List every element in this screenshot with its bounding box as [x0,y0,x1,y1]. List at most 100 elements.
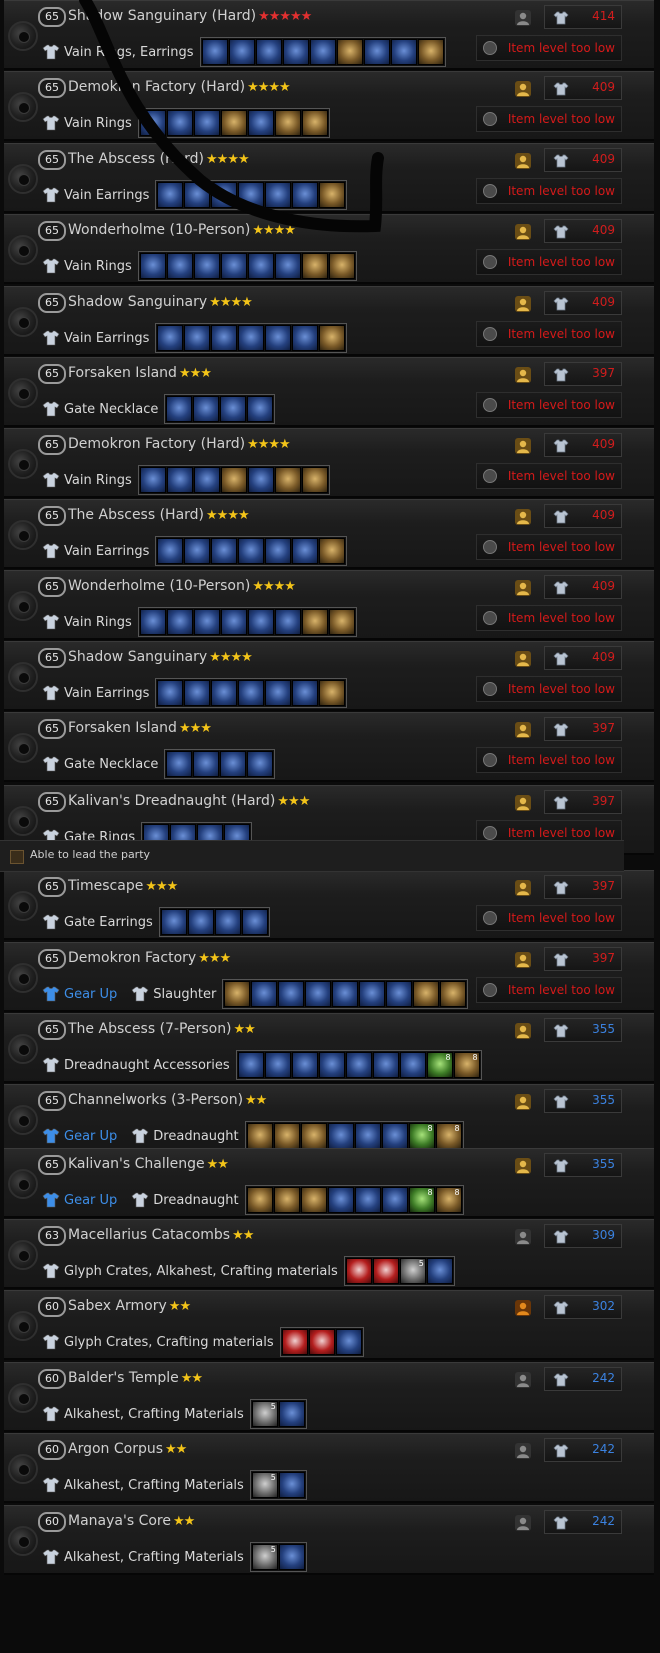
dungeon-row[interactable]: 65 Demokron Factory (Hard) ★★★★ Vain Rings 4… [4,428,654,498]
dungeon-row[interactable]: 65 The Abscess (Hard) ★★★★ Vain Earrings 409… [4,499,654,569]
reward-item-icon[interactable] [193,110,220,136]
reward-item-icon[interactable] [220,253,247,279]
dungeon-row[interactable]: 65 Forsaken Island ★★★ Gate Necklace 397 Item… [4,712,654,782]
reward-item-icon[interactable] [265,680,292,706]
reward-item-icon[interactable] [247,396,274,422]
reward-item-icon[interactable] [193,751,220,777]
reward-item-icon[interactable] [319,680,346,706]
reward-item-icon[interactable] [166,467,193,493]
select-knob-icon[interactable] [8,662,38,692]
gear-up-link[interactable]: Gear Up [64,1129,117,1144]
reward-item-icon[interactable] [292,680,319,706]
reward-item-icon[interactable] [237,1052,264,1078]
reward-item-icon[interactable] [238,538,265,564]
reward-item-icon[interactable] [305,981,332,1007]
select-knob-icon[interactable] [8,1034,38,1064]
reward-item-icon[interactable] [193,396,220,422]
reward-item-icon[interactable] [372,1258,399,1284]
reward-item-icon[interactable] [308,1329,335,1355]
reward-item-icon[interactable]: 5 [251,1401,278,1427]
reward-item-icon[interactable] [332,981,359,1007]
reward-item-icon[interactable]: 8 [426,1052,453,1078]
reward-item-icon[interactable] [273,1187,300,1213]
reward-item-icon[interactable] [328,253,355,279]
reward-item-icon[interactable] [228,39,255,65]
reward-item-icon[interactable] [335,1329,362,1355]
reward-item-icon[interactable] [265,182,292,208]
reward-item-icon[interactable] [359,981,386,1007]
reward-item-icon[interactable] [247,609,274,635]
reward-item-icon[interactable] [211,538,238,564]
reward-item-icon[interactable] [247,110,274,136]
reward-item-icon[interactable] [201,39,228,65]
reward-item-icon[interactable] [166,751,193,777]
reward-item-icon[interactable] [281,1329,308,1355]
select-knob-icon[interactable] [8,164,38,194]
reward-item-icon[interactable] [274,609,301,635]
reward-item-icon[interactable] [157,538,184,564]
reward-item-icon[interactable]: 5 [399,1258,426,1284]
reward-item-icon[interactable] [363,39,390,65]
dungeon-row[interactable]: 60 Argon Corpus ★★ Alkahest, Crafting Mater… [4,1433,654,1503]
reward-item-icon[interactable] [220,396,247,422]
reward-item-icon[interactable] [278,1544,305,1570]
reward-item-icon[interactable] [187,909,214,935]
reward-item-icon[interactable] [160,909,187,935]
dungeon-row[interactable]: 65 The Abscess (7-Person) ★★ Dreadnaught Ac… [4,1013,654,1083]
reward-item-icon[interactable] [381,1123,408,1149]
reward-item-icon[interactable] [390,39,417,65]
gear-up-link[interactable]: Gear Up [64,987,117,1002]
reward-item-icon[interactable] [193,467,220,493]
dungeon-row[interactable]: 65 Kalivan's Challenge ★★ Gear Up Dreadnaugh… [4,1148,654,1218]
dungeon-row[interactable]: 65 Timescape ★★★ Gate Earrings 397 Item level… [4,870,654,940]
reward-item-icon[interactable]: 8 [408,1123,435,1149]
reward-item-icon[interactable] [354,1187,381,1213]
reward-item-icon[interactable] [139,609,166,635]
reward-item-icon[interactable] [319,538,346,564]
dungeon-row[interactable]: 65 Channelworks (3-Person) ★★ Gear Up Dreadn… [4,1084,654,1154]
reward-item-icon[interactable] [246,1123,273,1149]
reward-item-icon[interactable] [238,325,265,351]
select-knob-icon[interactable] [8,520,38,550]
reward-item-icon[interactable] [157,325,184,351]
dungeon-row[interactable]: 60 Balder's Temple ★★ Alkahest, Crafting Ma… [4,1362,654,1432]
reward-item-icon[interactable] [345,1052,372,1078]
reward-item-icon[interactable] [220,751,247,777]
dungeon-row[interactable]: 65 Shadow Sanguinary (Hard) ★★★★★ Vain Ring… [4,0,654,70]
reward-item-icon[interactable] [251,981,278,1007]
reward-item-icon[interactable] [139,467,166,493]
reward-item-icon[interactable] [278,1472,305,1498]
select-knob-icon[interactable] [8,1383,38,1413]
reward-item-icon[interactable] [372,1052,399,1078]
reward-item-icon[interactable] [224,981,251,1007]
select-knob-icon[interactable] [8,1169,38,1199]
reward-item-icon[interactable] [157,182,184,208]
reward-item-icon[interactable] [327,1123,354,1149]
reward-item-icon[interactable] [399,1052,426,1078]
select-knob-icon[interactable] [8,963,38,993]
reward-item-icon[interactable] [220,467,247,493]
dungeon-row[interactable]: 60 Manaya's Core ★★ Alkahest, Crafting Mate… [4,1505,654,1575]
reward-item-icon[interactable] [214,909,241,935]
dungeon-row[interactable]: 65 Demokron Factory ★★★ Gear Up Slaughter 397… [4,942,654,1012]
reward-item-icon[interactable] [273,1123,300,1149]
reward-item-icon[interactable] [247,467,274,493]
reward-item-icon[interactable] [301,110,328,136]
reward-item-icon[interactable] [211,680,238,706]
reward-item-icon[interactable] [301,467,328,493]
reward-item-icon[interactable] [300,1187,327,1213]
dungeon-row[interactable]: 65 Demokron Factory (Hard) ★★★★ Vain Rings 4… [4,71,654,141]
select-knob-icon[interactable] [8,378,38,408]
reward-item-icon[interactable] [220,110,247,136]
reward-item-icon[interactable] [220,609,247,635]
reward-item-icon[interactable] [426,1258,453,1284]
reward-item-icon[interactable] [211,325,238,351]
select-knob-icon[interactable] [8,21,38,51]
reward-item-icon[interactable] [265,538,292,564]
reward-item-icon[interactable]: 8 [435,1123,462,1149]
reward-item-icon[interactable] [413,981,440,1007]
reward-item-icon[interactable] [440,981,467,1007]
reward-item-icon[interactable] [247,751,274,777]
reward-item-icon[interactable] [184,182,211,208]
select-knob-icon[interactable] [8,449,38,479]
